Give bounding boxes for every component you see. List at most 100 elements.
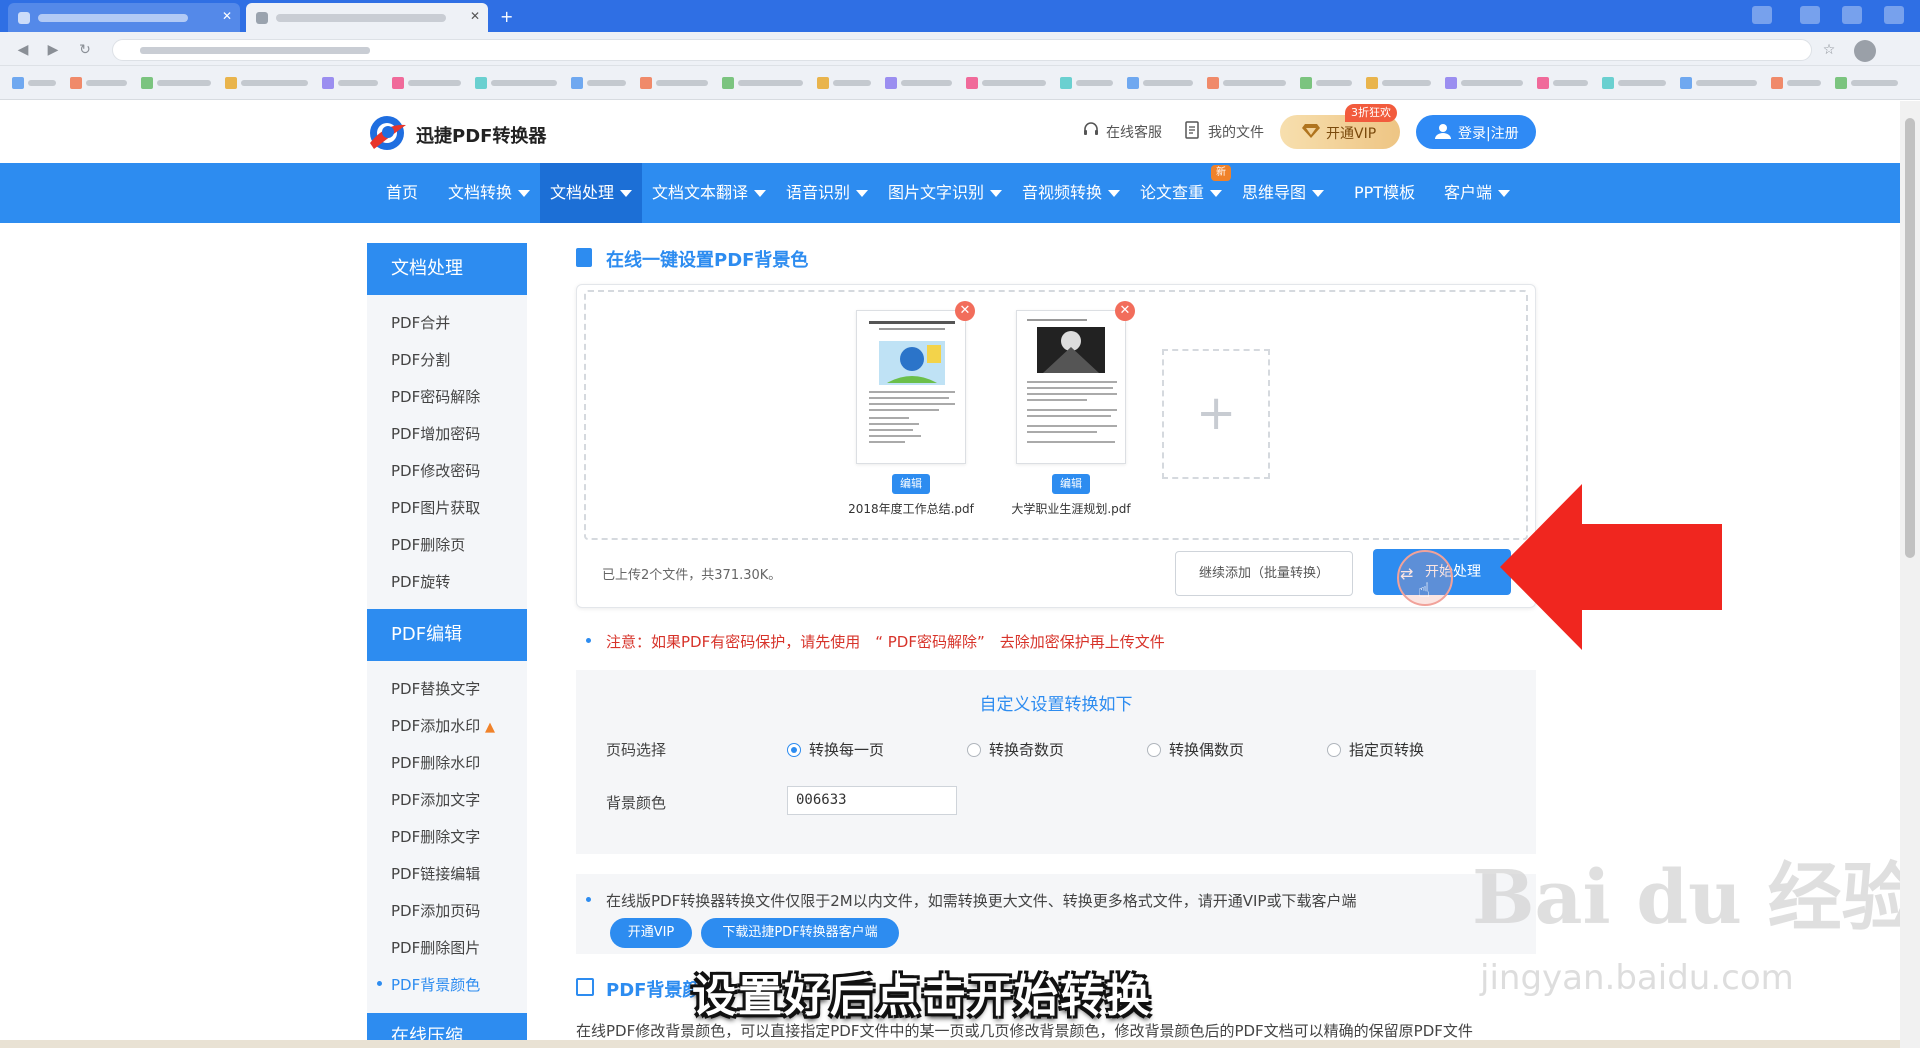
video-caption: 设置好后点击开始转换 <box>692 971 1152 1022</box>
bookmark-item[interactable] <box>475 77 557 89</box>
nav-item-translate[interactable]: 文档文本翻译 <box>642 163 776 223</box>
bookmark-item[interactable] <box>1300 77 1352 89</box>
sidebar-item[interactable]: PDF替换文字 <box>391 678 480 699</box>
bookmark-item[interactable] <box>1835 77 1898 89</box>
bookmark-item[interactable] <box>966 77 1046 89</box>
nav-item-av-convert[interactable]: 音视频转换 <box>1012 163 1130 223</box>
sidebar-item[interactable]: PDF密码解除 <box>391 386 480 407</box>
bookmark-item[interactable] <box>392 77 461 89</box>
file-icon[interactable] <box>1183 121 1201 139</box>
bookmark-item[interactable] <box>1127 77 1193 89</box>
nav-item-home[interactable]: 首页 <box>374 163 430 223</box>
password-note: 注意：如果PDF有密码保护，请先使用 “ PDF密码解除” 去除加密保护再上传文… <box>606 633 1165 651</box>
tab-close-icon[interactable]: ✕ <box>222 9 232 23</box>
bookmark-item[interactable] <box>1602 77 1666 89</box>
bookmark-item[interactable] <box>1366 77 1431 89</box>
sidebar-item[interactable]: PDF分割 <box>391 349 450 370</box>
edit-file-button[interactable]: 编辑 <box>892 474 930 494</box>
sidebar-item[interactable]: PDF图片获取 <box>391 497 480 518</box>
forward-icon[interactable]: ▶ <box>44 41 62 59</box>
sidebar-item[interactable]: PDF删除图片 <box>391 937 480 958</box>
remove-file-icon[interactable]: ✕ <box>955 301 975 321</box>
back-icon[interactable]: ◀ <box>14 41 32 59</box>
reload-icon[interactable]: ↻ <box>76 41 94 59</box>
maximize-icon[interactable] <box>1842 6 1862 24</box>
bookmark-item[interactable] <box>1207 77 1286 89</box>
radio-every-page[interactable] <box>787 743 801 757</box>
nav-item-ppt[interactable]: PPT模板 <box>1344 163 1425 223</box>
browser-tab-active[interactable]: ✕ <box>246 3 488 32</box>
browser-tab[interactable]: ✕ <box>8 3 240 32</box>
radio-even-pages[interactable] <box>1147 743 1161 757</box>
edit-file-button[interactable]: 编辑 <box>1052 474 1090 494</box>
scrollbar-thumb[interactable] <box>1905 118 1915 558</box>
nav-item-mindmap[interactable]: 思维导图 <box>1232 163 1334 223</box>
my-files-link[interactable]: 我的文件 <box>1208 122 1264 142</box>
radio-label[interactable]: 转换偶数页 <box>1169 739 1244 760</box>
sidebar-item[interactable]: PDF删除页 <box>391 534 465 555</box>
bookmark-item[interactable] <box>1771 77 1821 89</box>
bookmark-item[interactable] <box>722 77 803 89</box>
tab-close-icon[interactable]: ✕ <box>470 9 480 23</box>
chevron-down-icon <box>1210 190 1223 197</box>
nav-item-client[interactable]: 客户端 <box>1434 163 1520 223</box>
radio-odd-pages[interactable] <box>967 743 981 757</box>
bookmark-item[interactable] <box>322 77 378 89</box>
headset-icon[interactable] <box>1082 121 1100 139</box>
bookmark-item[interactable] <box>1680 77 1757 89</box>
plus-icon: + <box>1196 385 1237 441</box>
nav-item-speech[interactable]: 语音识别 <box>776 163 878 223</box>
sidebar-item[interactable]: PDF增加密码 <box>391 423 480 444</box>
site-name[interactable]: 迅捷PDF转换器 <box>416 122 546 148</box>
bookmark-item[interactable] <box>1060 77 1113 89</box>
minimize-icon[interactable] <box>1800 6 1820 24</box>
bookmark-favicon-icon <box>475 77 487 89</box>
support-link[interactable]: 在线客服 <box>1106 122 1162 142</box>
bookmark-item[interactable] <box>640 77 708 89</box>
sidebar-item[interactable]: PDF合并 <box>391 312 450 333</box>
bookmark-item[interactable] <box>817 77 871 89</box>
nav-item-ocr[interactable]: 图片文字识别 <box>878 163 1012 223</box>
sidebar-item[interactable]: PDF添加文字 <box>391 789 480 810</box>
bookmark-item[interactable] <box>571 77 626 89</box>
bookmark-item[interactable] <box>141 77 211 89</box>
bookmark-item[interactable] <box>885 77 952 89</box>
radio-label[interactable]: 转换每一页 <box>809 739 884 760</box>
close-window-icon[interactable] <box>1884 6 1904 24</box>
bookmark-item[interactable] <box>70 77 127 89</box>
remove-file-icon[interactable]: ✕ <box>1115 301 1135 321</box>
file-thumbnail[interactable] <box>1016 310 1126 464</box>
bookmark-favicon-icon <box>1602 77 1614 89</box>
download-client-button[interactable]: 下载迅捷PDF转换器客户端 <box>701 918 899 948</box>
sidebar-item[interactable]: PDF添加水印 ▲ <box>391 715 495 736</box>
open-vip-button[interactable]: 开通VIP <box>610 918 692 948</box>
bookmark-item[interactable] <box>1445 77 1523 89</box>
bookmark-item[interactable] <box>1537 77 1588 89</box>
size-limit-info: 在线版PDF转换器转换文件仅限于2M以内文件，如需转换更大文件、转换更多格式文件… <box>606 892 1357 910</box>
sidebar-item[interactable]: PDF添加页码 <box>391 900 480 921</box>
new-tab-icon[interactable]: + <box>500 7 513 26</box>
star-icon[interactable]: ☆ <box>1820 41 1838 59</box>
profile-avatar[interactable] <box>1854 40 1876 62</box>
bookmark-label-blurred <box>1787 80 1821 86</box>
radio-specific-pages[interactable] <box>1327 743 1341 757</box>
sidebar-item[interactable]: PDF链接编辑 <box>391 863 480 884</box>
continue-add-button[interactable]: 继续添加（批量转换） <box>1175 551 1353 596</box>
active-dot <box>377 981 382 986</box>
sidebar-item-active[interactable]: PDF背景颜色 <box>391 974 480 995</box>
bookmark-item[interactable] <box>12 77 56 89</box>
sidebar-item[interactable]: PDF旋转 <box>391 571 450 592</box>
radio-label[interactable]: 指定页转换 <box>1349 739 1424 760</box>
sidebar-item[interactable]: PDF删除水印 <box>391 752 480 773</box>
window-control-icon[interactable] <box>1752 6 1772 24</box>
bookmark-favicon-icon <box>1771 77 1783 89</box>
sidebar-item[interactable]: PDF删除文字 <box>391 826 480 847</box>
nav-item-doc-process[interactable]: 文档处理 <box>540 163 643 223</box>
logo-icon[interactable] <box>366 113 408 153</box>
file-thumbnail[interactable] <box>856 310 966 464</box>
bookmark-item[interactable] <box>225 77 308 89</box>
radio-label[interactable]: 转换奇数页 <box>989 739 1064 760</box>
bg-color-input[interactable]: 006633 <box>787 786 957 815</box>
nav-item-doc-convert[interactable]: 文档转换 <box>436 163 542 223</box>
sidebar-item[interactable]: PDF修改密码 <box>391 460 480 481</box>
